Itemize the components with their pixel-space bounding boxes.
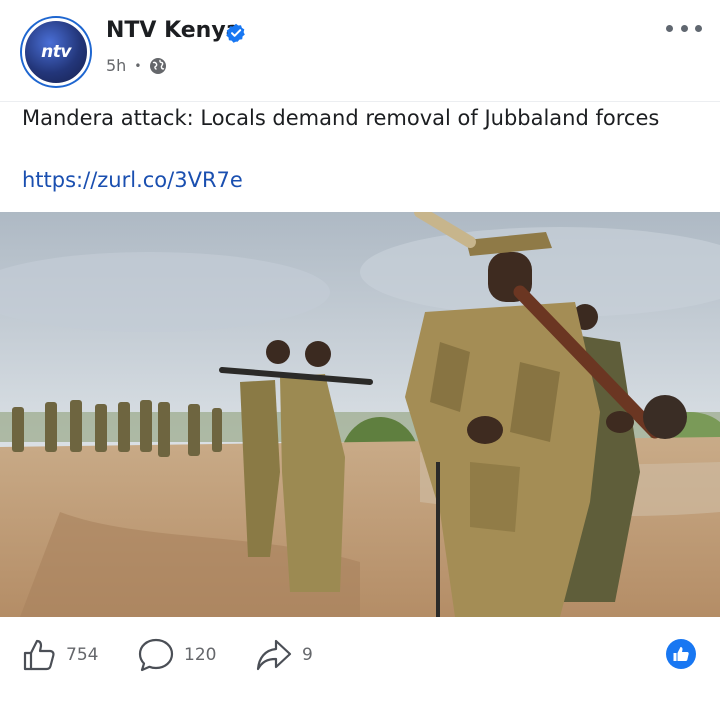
verified-badge-icon (226, 23, 245, 43)
more-dot (680, 24, 688, 32)
news-photo[interactable] (0, 212, 720, 617)
post-meta: 5h • (106, 56, 167, 75)
share-button[interactable]: 9 (256, 638, 313, 672)
more-options-icon[interactable] (666, 18, 702, 38)
share-count: 9 (302, 645, 313, 665)
page-name[interactable]: NTV Kenya (106, 18, 241, 43)
comment-bubble-icon (138, 638, 174, 672)
like-reaction-icon[interactable] (666, 639, 696, 669)
thumbs-up-icon (23, 639, 55, 671)
page-avatar[interactable]: ntv (20, 16, 92, 88)
comment-button[interactable]: 120 (138, 638, 216, 672)
globe-icon (150, 57, 167, 74)
post-headline: Mandera attack: Locals demand removal of… (22, 106, 660, 130)
post-header: ntv NTV Kenya 5h • (0, 0, 720, 100)
avatar-logo: ntv (22, 18, 90, 86)
thumbs-up-filled-icon (673, 647, 689, 661)
share-arrow-icon (256, 639, 292, 671)
like-button[interactable]: 754 (22, 638, 98, 672)
header-divider (0, 101, 720, 102)
photo-illustration (0, 212, 720, 617)
meta-separator: • (134, 58, 142, 73)
more-dot (666, 24, 673, 32)
post-link[interactable]: https://zurl.co/3VR7e (22, 168, 243, 192)
like-count: 754 (66, 645, 99, 665)
more-dot (695, 24, 702, 32)
comment-count: 120 (184, 645, 217, 665)
post-actions: 754 120 9 (0, 630, 720, 680)
post-time[interactable]: 5h (106, 56, 126, 75)
